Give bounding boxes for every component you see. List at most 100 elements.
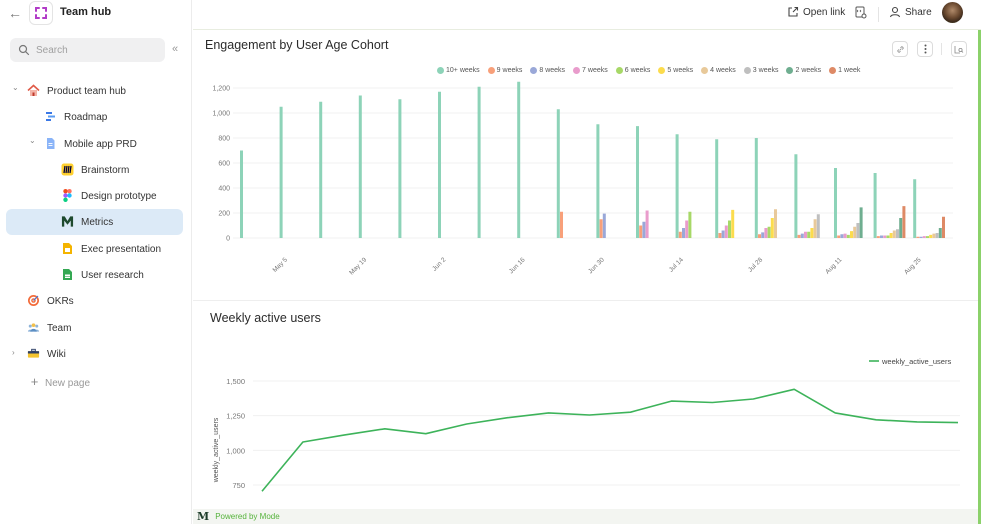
search-box[interactable] bbox=[10, 38, 165, 62]
bar-4-weeks bbox=[774, 209, 777, 238]
bar-10-weeks bbox=[319, 101, 323, 238]
bar-6-weeks bbox=[926, 236, 929, 238]
legend-item[interactable]: 8 weeks bbox=[530, 67, 565, 74]
y-tick-label: 1,000 bbox=[212, 111, 230, 118]
sidebar-item-user-research[interactable]: User research bbox=[6, 262, 183, 288]
sidebar-item-label: Metrics bbox=[81, 217, 114, 228]
legend-swatch bbox=[487, 67, 495, 74]
bar-7-weeks bbox=[804, 231, 807, 238]
roadmap-icon bbox=[44, 110, 57, 123]
bar-9-weeks bbox=[797, 234, 801, 238]
team-icon bbox=[27, 321, 40, 334]
x-tick-label: May 5 bbox=[272, 256, 290, 274]
sidebar-item-roadmap[interactable]: Roadmap bbox=[6, 104, 183, 130]
bar-10-weeks bbox=[596, 124, 600, 238]
toolbox-icon bbox=[27, 347, 40, 360]
legend-label: 2 weeks bbox=[795, 67, 822, 74]
bar-10-weeks bbox=[556, 109, 560, 238]
bar-7-weeks bbox=[764, 228, 768, 238]
sidebar-item-mobile-app-prd[interactable]: ⌄ Mobile app PRD bbox=[6, 131, 183, 157]
bar-10-weeks bbox=[834, 168, 837, 238]
legend-swatch bbox=[743, 67, 751, 74]
legend-label: 10+ weeks bbox=[446, 67, 480, 74]
legend-item[interactable]: 4 weeks bbox=[701, 67, 736, 74]
bar-7-weeks bbox=[645, 210, 649, 238]
legend-swatch bbox=[573, 67, 581, 74]
bar-9-weeks bbox=[876, 236, 880, 238]
user-avatar[interactable] bbox=[942, 2, 963, 23]
legend-item[interactable]: 1 week bbox=[829, 67, 860, 74]
slides-icon bbox=[61, 242, 74, 255]
sheets-icon bbox=[61, 268, 74, 281]
kebab-menu-icon bbox=[924, 44, 926, 54]
sidebar-item-label: Brainstorm bbox=[81, 165, 130, 176]
sidebar-item-product-team-hub[interactable]: ⌄ Product team hub bbox=[6, 78, 183, 104]
sidebar-header: ← Team hub bbox=[0, 0, 192, 28]
sidebar-item-exec-presentation[interactable]: Exec presentation bbox=[6, 236, 183, 262]
bar-5-weeks bbox=[850, 231, 853, 238]
more-options-button[interactable] bbox=[917, 41, 933, 57]
bar-9-weeks bbox=[560, 211, 563, 238]
search-input[interactable] bbox=[36, 44, 156, 56]
bar-10-weeks bbox=[754, 138, 758, 238]
figma-icon bbox=[61, 189, 74, 202]
sidebar-item-design-prototype[interactable]: Design prototype bbox=[6, 183, 183, 209]
legend-swatch bbox=[615, 67, 623, 74]
chevron-down-icon[interactable]: ⌄ bbox=[29, 136, 36, 145]
legend-item[interactable]: 6 weeks bbox=[615, 67, 650, 74]
sidebar-item-brainstorm[interactable]: Brainstorm bbox=[6, 157, 183, 183]
target-icon bbox=[27, 294, 40, 307]
bar-6-weeks bbox=[767, 226, 771, 238]
y-tick-label: 600 bbox=[218, 161, 230, 168]
sidebar-item-label: Mobile app PRD bbox=[64, 139, 137, 150]
sidebar-item-okrs[interactable]: OKRs bbox=[6, 288, 183, 314]
sidebar-item-label: Exec presentation bbox=[81, 244, 162, 255]
powered-by-mode-link[interactable]: Powered by Mode bbox=[215, 512, 279, 521]
back-arrow-icon[interactable]: ← bbox=[8, 5, 22, 21]
panel-toolbar-divider bbox=[941, 43, 942, 55]
bar-9-weeks bbox=[916, 236, 920, 238]
y-tick-label: 1,200 bbox=[212, 86, 230, 93]
bar-8-weeks bbox=[919, 236, 923, 238]
bar-9-weeks bbox=[639, 225, 643, 238]
bar-4-weeks bbox=[892, 230, 896, 238]
share-label: Share bbox=[905, 6, 932, 18]
new-page-button[interactable]: + New page bbox=[6, 370, 183, 396]
bar-5-weeks bbox=[810, 228, 814, 238]
bar-5-weeks bbox=[770, 218, 774, 238]
bar-5-weeks bbox=[731, 209, 735, 238]
embed-settings-button[interactable] bbox=[855, 6, 867, 19]
legend-item[interactable]: 7 weeks bbox=[573, 67, 608, 74]
legend-item[interactable]: 5 weeks bbox=[658, 67, 693, 74]
sidebar-item-label: OKRs bbox=[47, 296, 74, 307]
x-tick-label: Jun 30 bbox=[587, 256, 606, 275]
bar-9-weeks bbox=[718, 233, 722, 238]
bar-9-weeks bbox=[837, 235, 841, 238]
legend-item[interactable]: 2 weeks bbox=[786, 67, 821, 74]
x-tick-label: Jul 14 bbox=[668, 256, 685, 273]
legend-label: 7 weeks bbox=[582, 67, 608, 74]
open-link-button[interactable]: Open link bbox=[787, 6, 845, 18]
chevron-down-icon[interactable]: ⌄ bbox=[12, 83, 19, 92]
legend-item[interactable]: 9 weeks bbox=[487, 67, 522, 74]
bar-7-weeks bbox=[883, 235, 887, 238]
bar-6-weeks bbox=[886, 235, 890, 238]
copy-link-button[interactable] bbox=[892, 41, 908, 57]
sidebar-item-metrics[interactable]: Metrics bbox=[6, 209, 183, 235]
legend-item[interactable]: 10+ weeks bbox=[437, 67, 480, 74]
bar-6-weeks bbox=[688, 211, 692, 238]
sidebar-item-wiki[interactable]: › Wiki bbox=[6, 341, 183, 367]
bar-10-weeks bbox=[675, 134, 679, 238]
y-tick-label: 1,000 bbox=[226, 446, 245, 455]
legend-item[interactable]: 3 weeks bbox=[743, 67, 778, 74]
collapse-sidebar-icon[interactable]: « bbox=[172, 43, 178, 55]
team-hub-logo-icon bbox=[29, 1, 53, 25]
explore-data-button[interactable] bbox=[951, 41, 967, 57]
user-icon bbox=[889, 6, 901, 18]
chevron-right-icon[interactable]: › bbox=[12, 348, 15, 357]
bar-7-weeks bbox=[843, 233, 847, 238]
sidebar-item-team[interactable]: Team bbox=[6, 315, 183, 341]
bar-3-weeks bbox=[816, 214, 820, 238]
share-button[interactable]: Share bbox=[889, 6, 932, 18]
legend-label: weekly_active_users bbox=[881, 357, 951, 366]
